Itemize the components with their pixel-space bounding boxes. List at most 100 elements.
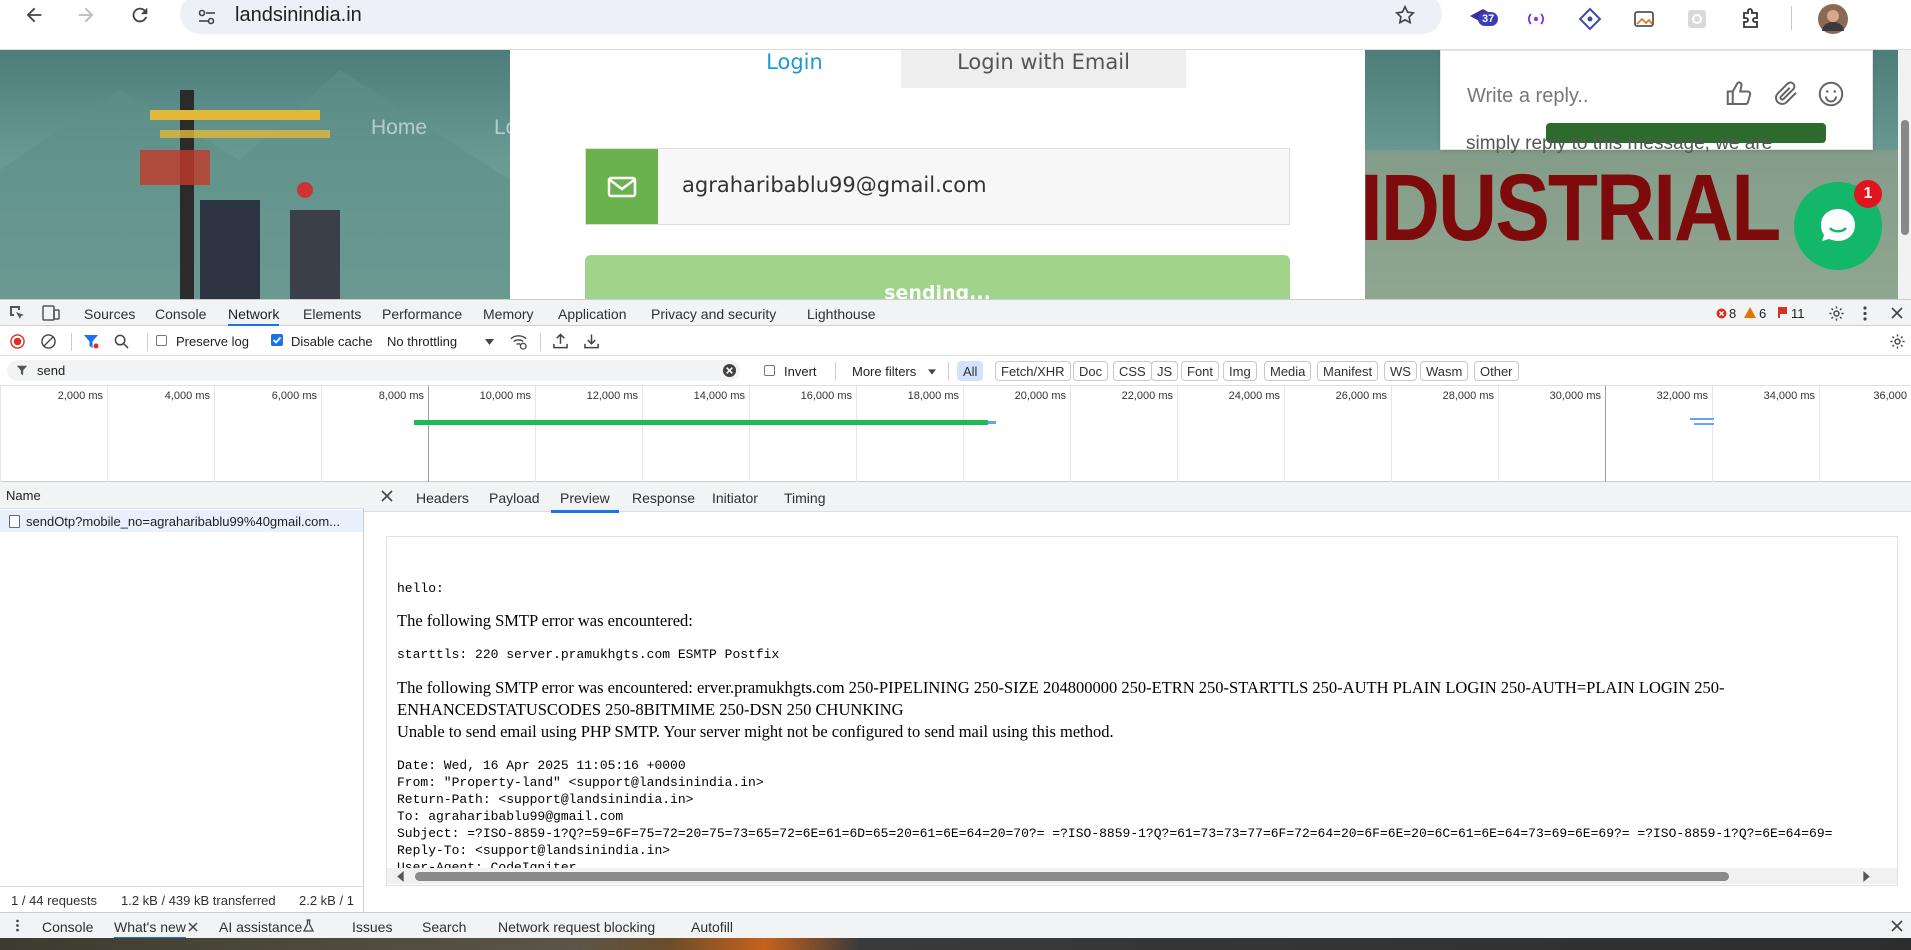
extension-diamond-icon[interactable]	[1573, 2, 1607, 36]
profile-avatar[interactable]	[1816, 2, 1850, 36]
chevron-down-icon	[928, 369, 936, 375]
invert-checkbox[interactable]	[764, 365, 775, 376]
tab-response[interactable]: Response	[632, 490, 695, 506]
drawer-tab-search[interactable]: Search	[422, 919, 466, 935]
close-tab-icon[interactable]	[188, 922, 198, 932]
close-drawer-icon[interactable]	[1891, 920, 1903, 932]
tab-payload[interactable]: Payload	[489, 490, 540, 506]
chevron-down-icon[interactable]	[485, 339, 494, 345]
invert-label: Invert	[784, 364, 817, 379]
tab-login-with-email[interactable]: Login with Email	[901, 50, 1186, 88]
tab-timing[interactable]: Timing	[784, 490, 826, 506]
inspect-element-icon[interactable]	[9, 305, 25, 321]
nav-home-link[interactable]: Home	[371, 116, 427, 140]
filter-input[interactable]: send	[7, 360, 740, 381]
chip-wasm[interactable]: Wasm	[1420, 361, 1469, 381]
drawer-tab-autofill[interactable]: Autofill	[691, 919, 733, 935]
tab-preview[interactable]: Preview	[551, 490, 619, 513]
page-scrollbar-thumb[interactable]	[1901, 120, 1909, 235]
drawer-tab-console[interactable]: Console	[42, 919, 93, 935]
email-field[interactable]: agraharibablu99@gmail.com	[585, 148, 1290, 225]
extension-broadcast-icon[interactable]	[1519, 2, 1553, 36]
chat-reply-input[interactable]: Write a reply..	[1467, 85, 1589, 108]
tab-sources[interactable]: Sources	[84, 306, 135, 322]
more-filters-dropdown[interactable]: More filters	[852, 364, 916, 379]
more-vertical-icon[interactable]	[1862, 305, 1868, 322]
chip-css[interactable]: CSS	[1113, 361, 1152, 381]
preview-horizontal-scrollbar[interactable]	[387, 868, 1897, 884]
chip-js[interactable]: JS	[1151, 361, 1179, 381]
drawer-tab-network-request-blocking[interactable]: Network request blocking	[498, 919, 655, 935]
bookmark-star-icon[interactable]	[1394, 4, 1416, 26]
drawer-tab-ai-assistance[interactable]: AI assistance	[219, 919, 302, 935]
settings-gear-icon[interactable]	[1828, 305, 1845, 322]
forward-button[interactable]	[68, 0, 104, 33]
preserve-log-checkbox[interactable]	[156, 335, 167, 346]
tab-lighthouse[interactable]: Lighthouse	[807, 306, 876, 322]
close-detail-icon[interactable]	[381, 490, 393, 502]
warning-count[interactable]: 6	[1759, 306, 1766, 321]
tab-network[interactable]: Network	[228, 306, 280, 326]
issues-count[interactable]: 11	[1791, 306, 1805, 321]
timeline-tick: 20,000 ms	[963, 386, 1070, 482]
response-preview[interactable]: hello: The following SMTP error was enco…	[386, 536, 1898, 886]
import-har-icon[interactable]	[553, 333, 568, 349]
tab-console[interactable]: Console	[155, 306, 206, 322]
name-column-header[interactable]: Name	[0, 482, 364, 509]
drawer-tab-issues[interactable]: Issues	[352, 919, 392, 935]
request-row[interactable]: sendOtp?mobile_no=agraharibablu99%40gmai…	[0, 510, 363, 532]
url-text[interactable]: landsinindia.in	[235, 4, 362, 27]
filter-funnel-icon[interactable]	[83, 334, 99, 349]
disable-cache-checkbox[interactable]	[271, 334, 283, 346]
error-count[interactable]: 8	[1729, 306, 1736, 321]
export-har-icon[interactable]	[584, 333, 599, 349]
page-scrollbar[interactable]	[1898, 50, 1911, 299]
chip-all[interactable]: All	[957, 361, 984, 381]
chip-media[interactable]: Media	[1264, 361, 1312, 381]
chip-other[interactable]: Other	[1474, 361, 1519, 381]
drawer-tab-whats-new[interactable]: What's new	[114, 919, 186, 939]
close-devtools-icon[interactable]	[1891, 307, 1903, 319]
tab-login[interactable]: Login	[688, 50, 901, 88]
attachment-icon[interactable]	[1771, 79, 1801, 109]
back-button[interactable]	[16, 0, 52, 33]
search-icon[interactable]	[114, 334, 129, 349]
chip-doc[interactable]: Doc	[1073, 361, 1109, 381]
address-bar[interactable]	[180, 0, 1442, 34]
tab-elements[interactable]: Elements	[303, 306, 361, 322]
timeline-tick: 36,000	[1819, 386, 1911, 482]
device-toolbar-icon[interactable]	[42, 305, 60, 321]
tab-privacy-security[interactable]: Privacy and security	[651, 306, 776, 322]
extension-gear-icon[interactable]	[1680, 2, 1714, 36]
drawer-menu-icon[interactable]	[15, 918, 20, 933]
scroll-left-icon[interactable]	[396, 871, 404, 882]
tab-headers[interactable]: Headers	[416, 490, 469, 506]
chip-font[interactable]: Font	[1181, 361, 1220, 381]
clear-filter-icon[interactable]	[722, 363, 737, 378]
chip-ws[interactable]: WS	[1384, 361, 1417, 381]
timeline-tick: 4,000 ms	[107, 386, 214, 482]
send-otp-button[interactable]: sending...	[585, 255, 1290, 299]
chip-img[interactable]: Img	[1223, 361, 1257, 381]
extension-gallery-icon[interactable]	[1627, 2, 1661, 36]
clear-icon[interactable]	[41, 334, 56, 349]
emoji-icon[interactable]	[1816, 79, 1846, 109]
tab-performance[interactable]: Performance	[382, 306, 462, 322]
tab-application[interactable]: Application	[558, 306, 627, 322]
reload-icon	[132, 7, 148, 23]
chip-fetch-xhr[interactable]: Fetch/XHR	[995, 361, 1071, 381]
tab-initiator[interactable]: Initiator	[712, 490, 758, 506]
tab-memory[interactable]: Memory	[483, 306, 534, 322]
network-conditions-icon[interactable]	[509, 333, 528, 350]
scroll-right-icon[interactable]	[1863, 871, 1871, 882]
extensions-puzzle-icon[interactable]	[1734, 2, 1768, 36]
reload-button[interactable]	[122, 0, 158, 33]
throttling-select[interactable]: No throttling	[387, 334, 457, 349]
record-stop-icon[interactable]	[10, 334, 25, 349]
network-settings-gear-icon[interactable]	[1889, 333, 1906, 350]
thumbs-up-icon[interactable]	[1724, 79, 1754, 109]
email-value: agraharibablu99@gmail.com	[682, 173, 987, 197]
chip-manifest[interactable]: Manifest	[1317, 361, 1379, 381]
network-overview-timeline[interactable]: 2,000 ms 4,000 ms 6,000 ms 8,000 ms 10,0…	[0, 386, 1911, 482]
preview-horizontal-scrollbar-thumb[interactable]	[415, 872, 1729, 881]
